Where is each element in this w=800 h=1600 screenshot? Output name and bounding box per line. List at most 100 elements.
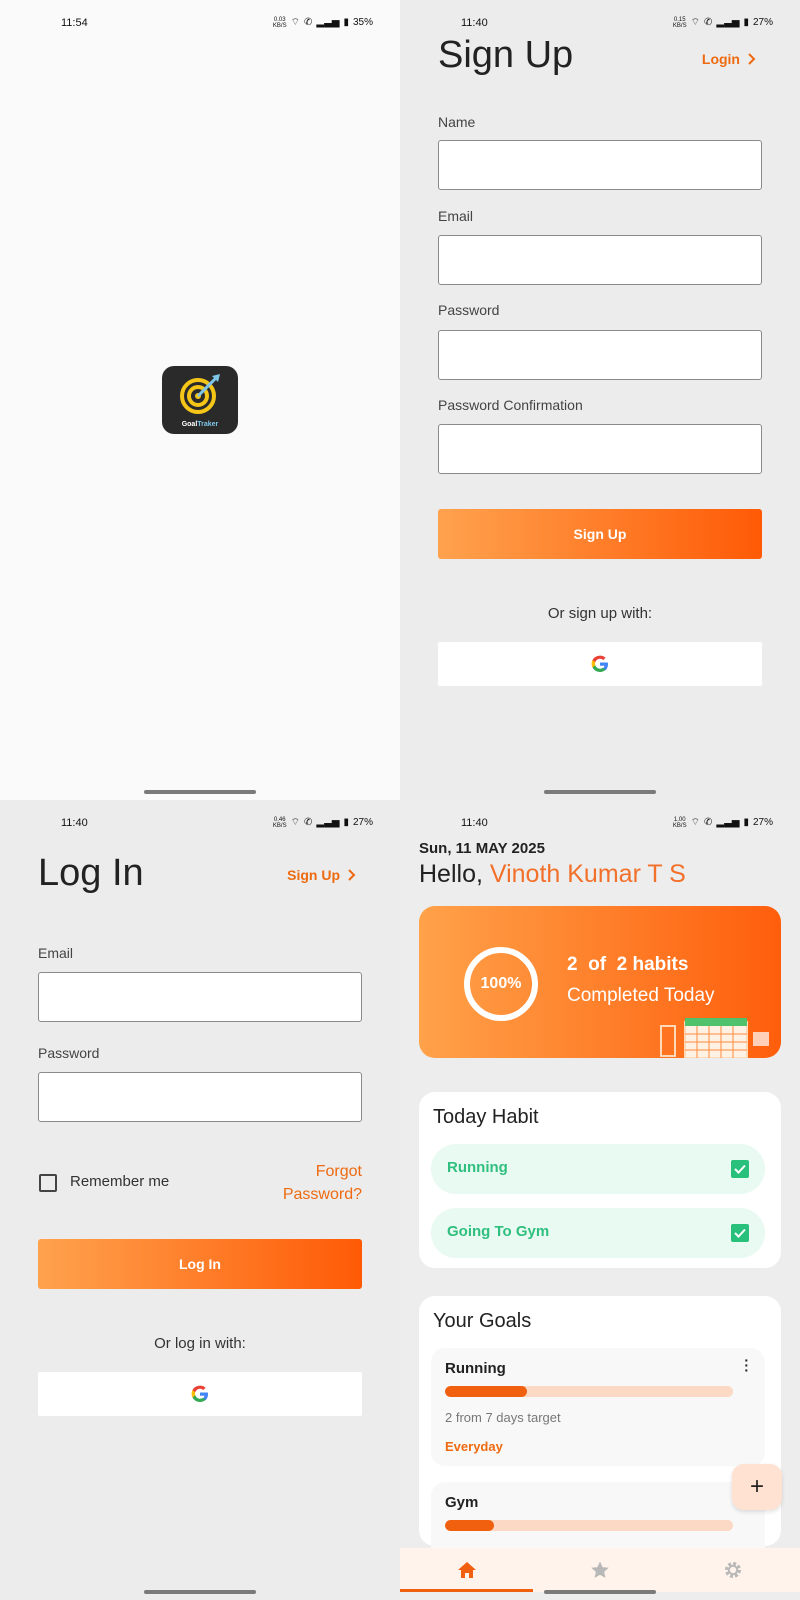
- dashboard-screen: 11:40 1.00 KB/S ⌔ ✆ ▂▃▅ ▮ 27% Sun, 11 MAY…: [400, 800, 800, 1600]
- google-icon: [191, 1385, 208, 1402]
- remember-me-label: Remember me: [70, 1173, 170, 1190]
- app-brand-name: GoalTraker: [181, 421, 219, 428]
- status-bar: 11:40 0.46 KB/S ⌔ ✆ ▂▃▅ ▮ 27%: [0, 800, 400, 844]
- google-login-button[interactable]: [38, 1372, 362, 1416]
- habit-item[interactable]: Running: [431, 1144, 765, 1194]
- signup-link[interactable]: Sign Up: [287, 867, 356, 883]
- bottom-navigation: [400, 1548, 800, 1592]
- nav-favorites-tab[interactable]: [533, 1548, 666, 1592]
- nav-settings-tab[interactable]: [667, 1548, 800, 1592]
- password-label: Password: [38, 1045, 100, 1061]
- goal-item[interactable]: Running · · · 2 from 7 days target Everyda…: [431, 1348, 765, 1466]
- signup-screen: 11:40 0.15 KB/S ⌔ ✆ ▂▃▅ ▮ 27% Sign Up Log…: [400, 0, 800, 800]
- your-goals-card: Your Goals Running · · · 2 from 7 days tar…: [419, 1296, 781, 1562]
- user-name: Vinoth Kumar T S: [489, 860, 686, 888]
- call-icon: ✆: [704, 17, 713, 28]
- signal-icon: ▂▃▅: [716, 817, 740, 828]
- email-field[interactable]: [438, 235, 762, 285]
- email-field[interactable]: [38, 972, 362, 1022]
- calendar-illustration-icon: [660, 1018, 769, 1058]
- signal-icon: ▂▃▅: [716, 17, 740, 28]
- page-title: Sign Up: [438, 34, 574, 76]
- habit-label: Going To Gym: [447, 1223, 550, 1240]
- name-label: Name: [438, 114, 476, 130]
- forgot-password-link[interactable]: Forgot Password?: [242, 1160, 362, 1206]
- wifi-icon: ⌔: [290, 817, 300, 828]
- password-confirmation-field[interactable]: [438, 424, 762, 474]
- nav-home-tab[interactable]: [400, 1548, 534, 1592]
- google-icon: [591, 655, 608, 672]
- star-icon: [591, 1561, 609, 1578]
- check-icon: [734, 1228, 746, 1238]
- target-arrow-icon: [180, 374, 220, 414]
- call-icon: ✆: [304, 17, 313, 28]
- habit-item[interactable]: Going To Gym: [431, 1208, 765, 1258]
- goal-progress-track: [445, 1520, 733, 1531]
- habit-checkbox[interactable]: [731, 1160, 749, 1178]
- signal-icon: ▂▃▅: [316, 17, 340, 28]
- password-field[interactable]: [38, 1072, 362, 1122]
- battery-percent: 35%: [352, 17, 373, 28]
- login-screen: 11:40 0.46 KB/S ⌔ ✆ ▂▃▅ ▮ 27% Log In Sign…: [0, 800, 400, 1600]
- status-bar: 11:54 0.03 KB/S ⌔ ✆ ▂▃▅ ▮ 35%: [0, 0, 400, 44]
- wifi-icon: ⌔: [290, 17, 300, 28]
- page-title: Log In: [38, 852, 144, 894]
- signup-button[interactable]: Sign Up: [438, 509, 762, 559]
- add-goal-button[interactable]: +: [732, 1464, 782, 1510]
- goal-progress-fill: [445, 1386, 528, 1397]
- network-speed: 1.00 KB/S: [672, 816, 687, 829]
- completion-ring: 100%: [464, 947, 538, 1021]
- goal-name: Gym: [445, 1494, 479, 1511]
- more-vertical-icon[interactable]: · · ·: [744, 1353, 749, 1377]
- status-icons: 0.15 KB/S ⌔ ✆ ▂▃▅ ▮ 27%: [673, 16, 773, 29]
- gear-icon: [725, 1562, 742, 1578]
- battery-icon: ▮: [743, 17, 749, 28]
- home-icon: [457, 1562, 476, 1578]
- call-icon: ✆: [704, 817, 713, 828]
- battery-icon: ▮: [743, 817, 749, 828]
- battery-percent: 27%: [352, 817, 373, 828]
- email-label: Email: [38, 945, 74, 961]
- email-label: Email: [438, 208, 474, 224]
- check-icon: [734, 1164, 746, 1174]
- chevron-right-icon: [748, 53, 756, 65]
- login-link[interactable]: Login: [702, 51, 756, 67]
- home-indicator[interactable]: [144, 790, 256, 794]
- your-goals-title: Your Goals: [433, 1310, 532, 1332]
- network-speed: 0.46 KB/S: [272, 816, 287, 829]
- name-field[interactable]: [438, 140, 762, 190]
- status-time: 11:40: [61, 817, 88, 829]
- password-confirmation-label: Password Confirmation: [438, 397, 583, 413]
- remember-me-checkbox[interactable]: [39, 1174, 57, 1192]
- battery-icon: ▮: [343, 17, 349, 28]
- battery-percent: 27%: [752, 17, 773, 28]
- alt-login-text: Or log in with:: [154, 1335, 246, 1352]
- network-speed: 0.15 KB/S: [672, 16, 687, 29]
- signal-icon: ▂▃▅: [316, 817, 340, 828]
- completion-summary-card: 100% 2 of 2 habits Completed Today: [419, 906, 781, 1058]
- status-time: 11:40: [461, 817, 488, 829]
- habit-checkbox[interactable]: [731, 1224, 749, 1242]
- today-habit-title: Today Habit: [433, 1106, 539, 1128]
- completed-today-text: Completed Today: [567, 985, 715, 1006]
- current-date: Sun, 11 MAY 2025: [419, 840, 545, 857]
- call-icon: ✆: [304, 817, 313, 828]
- status-time: 11:40: [461, 17, 488, 29]
- today-habit-card: Today Habit Running Going To Gym: [419, 1092, 781, 1268]
- status-icons: 0.03 KB/S ⌔ ✆ ▂▃▅ ▮ 35%: [273, 16, 373, 29]
- login-button[interactable]: Log In: [38, 1239, 362, 1289]
- home-indicator[interactable]: [544, 1590, 656, 1594]
- google-signup-button[interactable]: [438, 642, 762, 686]
- status-time: 11:54: [61, 17, 88, 29]
- status-icons: 0.46 KB/S ⌔ ✆ ▂▃▅ ▮ 27%: [273, 816, 373, 829]
- splash-screen: 11:54 0.03 KB/S ⌔ ✆ ▂▃▅ ▮ 35% GoalTraker: [0, 0, 400, 800]
- password-field[interactable]: [438, 330, 762, 380]
- goal-progress-fill: [445, 1520, 494, 1531]
- password-label: Password: [438, 302, 500, 318]
- network-speed: 0.03 KB/S: [272, 16, 287, 29]
- home-indicator[interactable]: [144, 1590, 256, 1594]
- battery-percent: 27%: [752, 817, 773, 828]
- habit-label: Running: [447, 1159, 508, 1176]
- home-indicator[interactable]: [544, 790, 656, 794]
- habits-count-text: 2 of 2 habits: [567, 954, 689, 975]
